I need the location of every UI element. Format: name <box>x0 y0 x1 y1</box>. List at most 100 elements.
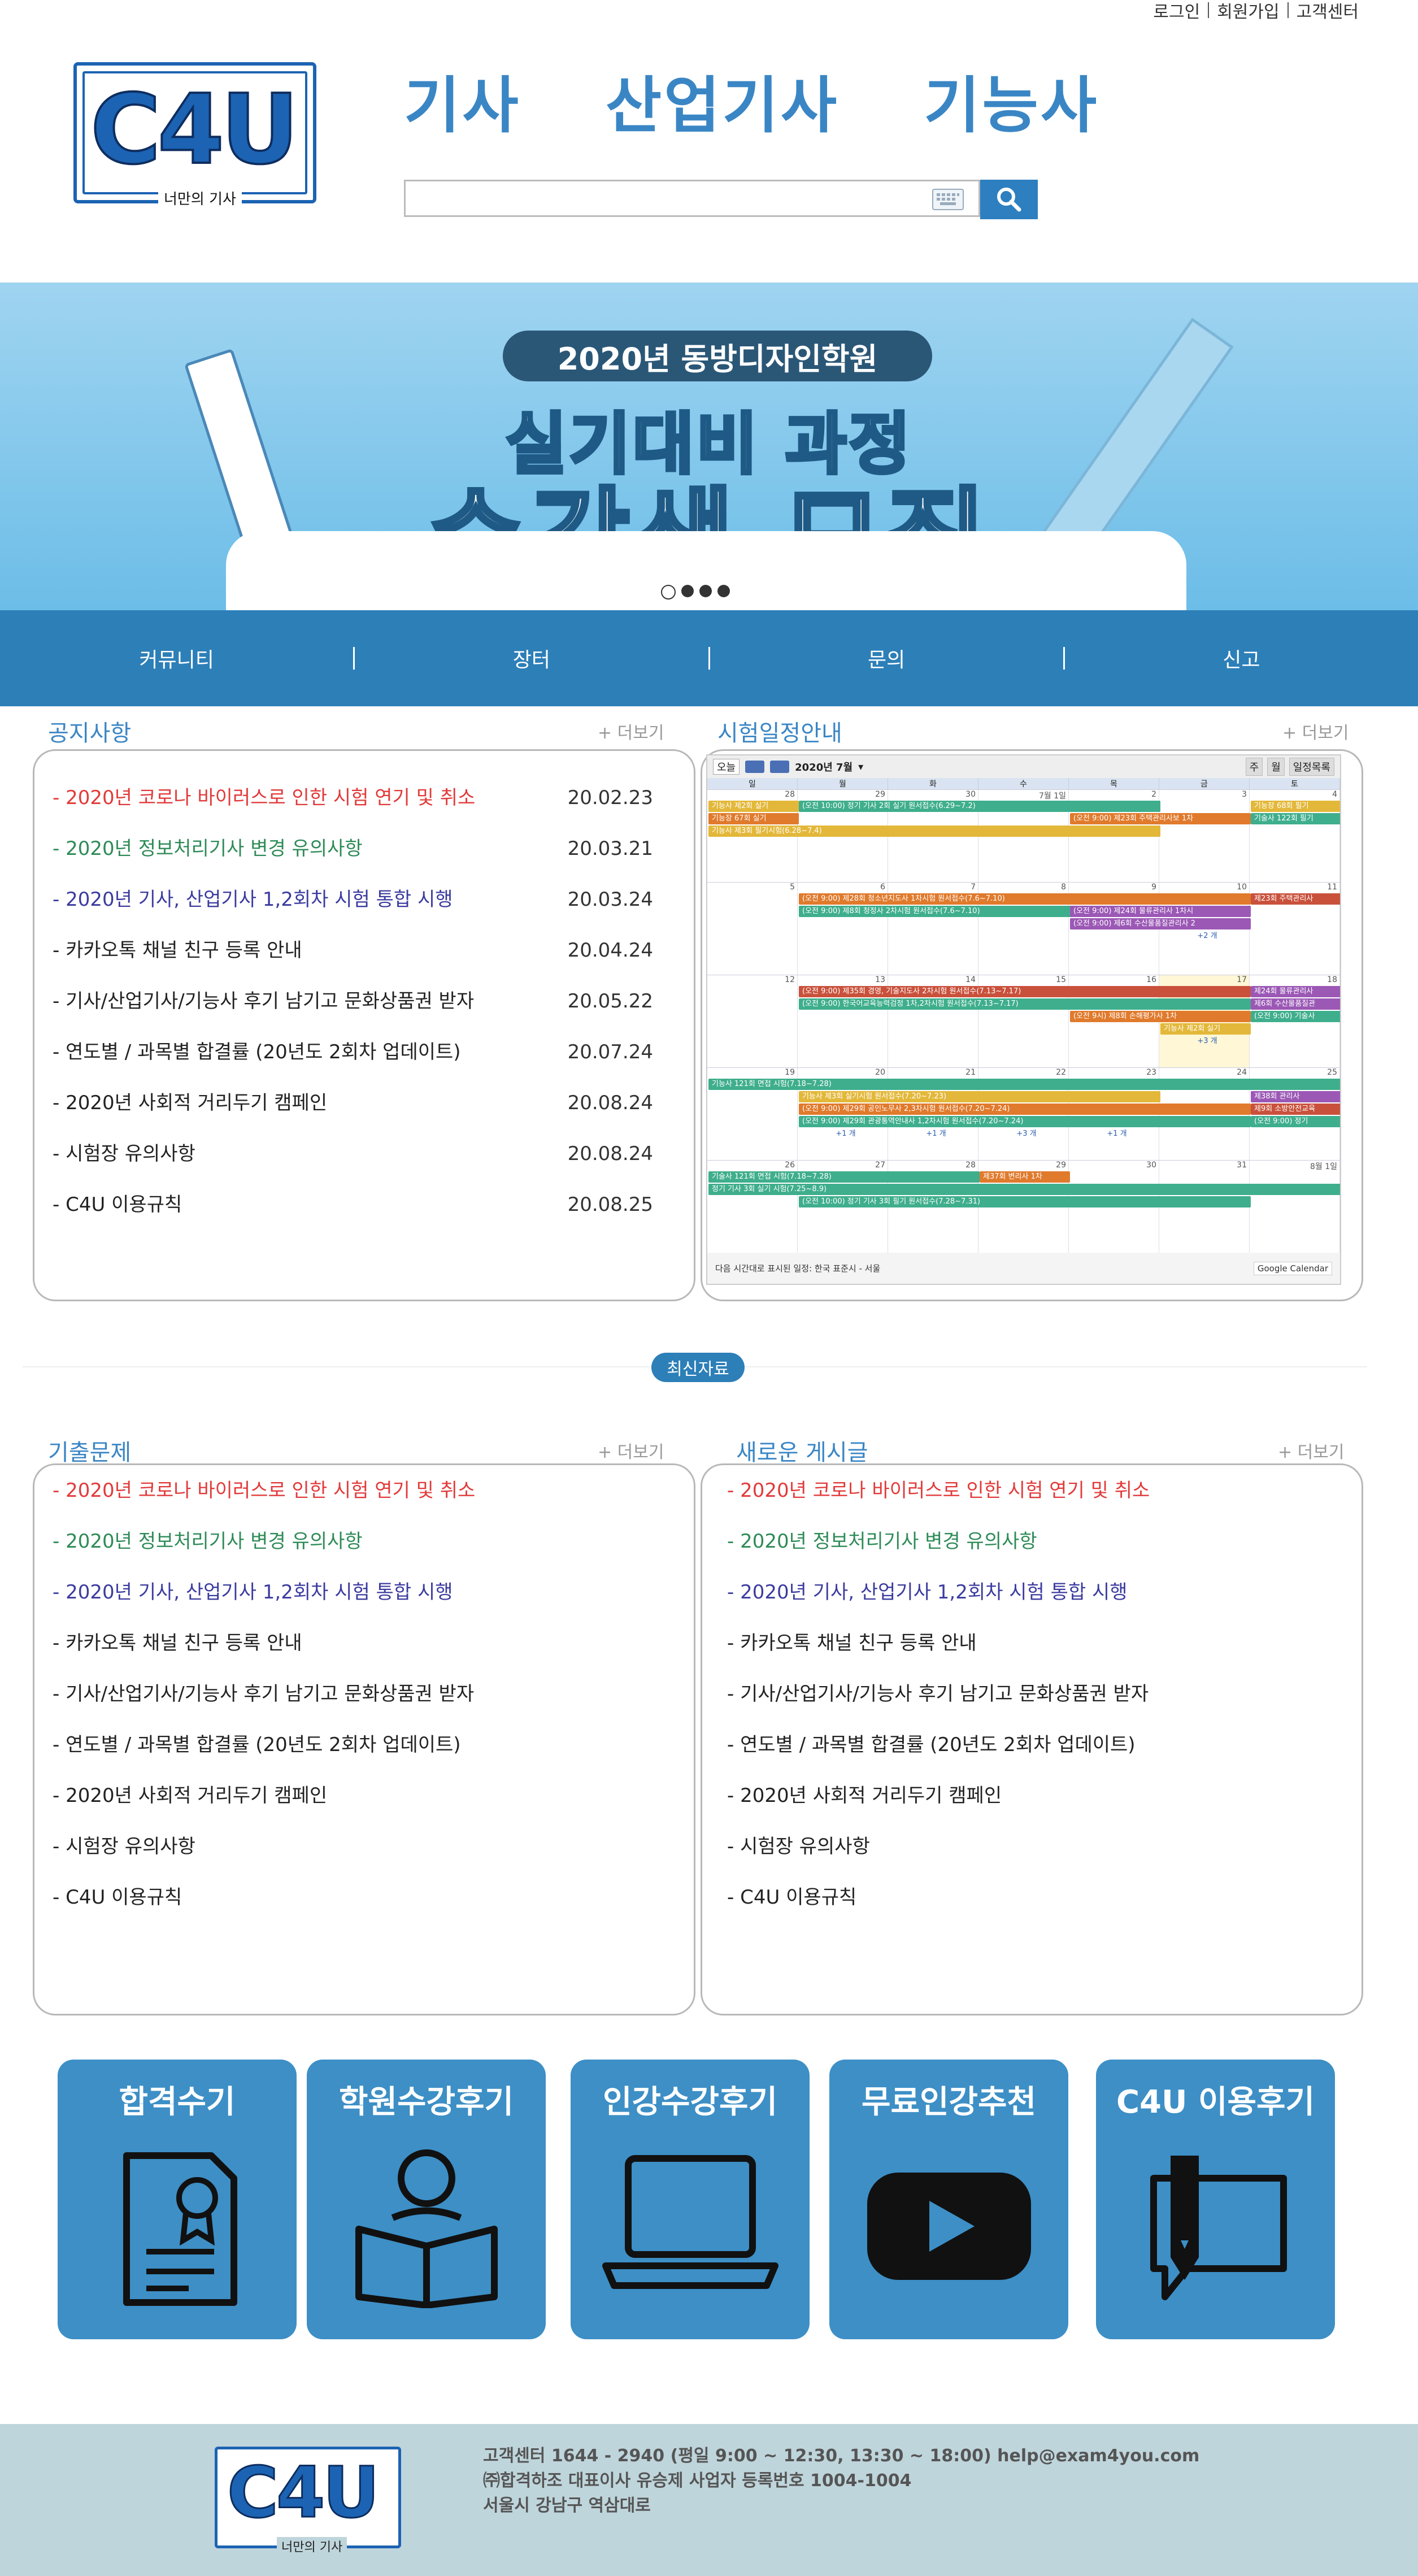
card-academy-reviews[interactable]: 학원수강후기 <box>307 2060 546 2339</box>
calendar-day[interactable]: 5 <box>707 883 798 975</box>
calendar-event[interactable]: +2 개 <box>1160 931 1251 942</box>
past-questions-more-link[interactable]: + 더보기 <box>598 1438 664 1463</box>
keyboard-icon[interactable] <box>932 189 964 210</box>
list-item[interactable]: - 연도별 / 과목별 합결률 (20년도 2회차 업데이트) <box>53 1719 676 1770</box>
search-button[interactable] <box>980 180 1038 219</box>
calendar-event[interactable]: (오전 9:00) 제35회 경영, 기술지도사 2차시험 원서접수(7.13~… <box>799 986 1251 997</box>
calendar-event[interactable]: (오전 9:00) 정기 <box>1251 1116 1340 1127</box>
calendar-event[interactable]: +1 개 <box>889 1128 980 1140</box>
view-agenda[interactable]: 일정목록 <box>1289 758 1334 776</box>
card-c4u-reviews[interactable]: C4U 이용후기 <box>1096 2060 1335 2339</box>
banner-dot[interactable] <box>681 585 694 597</box>
list-item[interactable]: - C4U 이용규칙 20.08.25 <box>53 1179 653 1230</box>
footer-logo[interactable]: C4U 너만의 기사 <box>215 2447 404 2555</box>
calendar-event[interactable]: +1 개 <box>1070 1128 1160 1140</box>
banner-dot[interactable] <box>699 585 712 597</box>
calendar-event[interactable]: 기능사 제2회 실기 <box>1160 1023 1251 1035</box>
subnav-community[interactable]: 커뮤니티 <box>0 644 353 673</box>
calendar-day[interactable]: 8월 1일 <box>1250 1161 1340 1253</box>
list-item[interactable]: - 2020년 기사, 산업기사 1,2회차 시험 통합 시행 20.03.24 <box>53 874 653 925</box>
calendar-event[interactable]: 제38회 관리사 <box>1251 1091 1340 1102</box>
list-item[interactable]: - 2020년 코로나 바이러스로 인한 시험 연기 및 취소 <box>727 1465 1337 1516</box>
calendar-event[interactable]: +1 개 <box>799 1128 889 1140</box>
view-month[interactable]: 월 <box>1267 758 1285 776</box>
site-logo[interactable]: C4U 너만의 기사 <box>73 62 322 208</box>
notice-more-link[interactable]: + 더보기 <box>598 719 664 744</box>
calendar-event[interactable]: 기능사 제3회 필기시험(6.28~7.4) <box>708 826 1160 837</box>
list-item[interactable]: - 2020년 코로나 바이러스로 인한 시험 연기 및 취소 20.02.23 <box>53 772 653 823</box>
list-item[interactable]: - 2020년 정보처리기사 변경 유의사항 <box>727 1516 1337 1567</box>
customer-center-link[interactable]: 고객센터 <box>1297 0 1359 23</box>
calendar-event[interactable]: (오전 9:00) 제6회 수산물품질관리사 2 <box>1070 918 1251 929</box>
calendar-event[interactable]: 제24회 물류관리사 <box>1251 986 1340 997</box>
list-item[interactable]: - C4U 이용규칙 <box>53 1872 676 1923</box>
list-item[interactable]: - 2020년 사회적 거리두기 캠페인 20.08.24 <box>53 1078 653 1128</box>
calendar-event[interactable]: 제37회 변리사 1차 <box>980 1171 1070 1183</box>
calendar-event[interactable]: 제23회 주택관리사 <box>1251 893 1340 905</box>
list-item[interactable]: - 2020년 정보처리기사 변경 유의사항 20.03.21 <box>53 823 653 874</box>
list-item[interactable]: - 연도별 / 과목별 합결률 (20년도 2회차 업데이트) 20.07.24 <box>53 1027 653 1078</box>
list-item[interactable]: - 2020년 코로나 바이러스로 인한 시험 연기 및 취소 <box>53 1465 676 1516</box>
list-item[interactable]: - 2020년 기사, 산업기사 1,2회차 시험 통합 시행 <box>727 1567 1337 1618</box>
calendar-event[interactable]: (오전 9:00) 제29회 관광통역안내사 1,2차시험 원서접수(7.20~… <box>799 1116 1251 1127</box>
prev-month-button[interactable] <box>745 761 765 773</box>
google-calendar[interactable]: 오늘 2020년 7월 ▾ 주 월 일정목록 일 월 화 수 목 금 토 28 2… <box>706 754 1341 1285</box>
google-calendar-badge[interactable]: Google Calendar <box>1253 1261 1332 1275</box>
list-item[interactable]: - 카카오톡 채널 친구 등록 안내 <box>727 1618 1337 1669</box>
calendar-event[interactable]: (오전 10:00) 정기 기사 3회 필기 원서접수(7.28~7.31) <box>799 1196 1251 1207</box>
list-item[interactable]: - 연도별 / 과목별 합결률 (20년도 2회차 업데이트) <box>727 1719 1337 1770</box>
card-online-lecture-reviews[interactable]: 인강수강후기 <box>571 2060 810 2339</box>
calendar-event[interactable]: (오전 9:00) 한국어교육능력검정 1차,2차시험 원서접수(7.13~7.… <box>799 998 1251 1010</box>
nav-craftsman[interactable]: 기능사 <box>924 57 1099 145</box>
list-item[interactable]: - 시험장 유의사항 20.08.24 <box>53 1128 653 1179</box>
calendar-event[interactable]: 기능사 제3회 실기시험 원서접수(7.20~7.23) <box>799 1091 1160 1102</box>
nav-industrial-engineer[interactable]: 산업기사 <box>606 57 839 145</box>
calendar-event[interactable]: 기능장 67회 실기 <box>708 813 799 824</box>
calendar-event[interactable]: 기술사 122회 필기 <box>1251 813 1340 824</box>
subnav-market[interactable]: 장터 <box>355 644 708 673</box>
schedule-more-link[interactable]: + 더보기 <box>1282 719 1349 744</box>
list-item[interactable]: - C4U 이용규칙 <box>727 1872 1337 1923</box>
today-button[interactable]: 오늘 <box>713 759 740 775</box>
card-free-lecture-recommend[interactable]: 무료인강추천 <box>829 2060 1068 2339</box>
calendar-day[interactable]: 3 <box>1159 790 1250 882</box>
banner-dot[interactable] <box>661 585 676 600</box>
list-item[interactable]: - 카카오톡 채널 친구 등록 안내 20.04.24 <box>53 925 653 976</box>
list-item[interactable]: - 2020년 사회적 거리두기 캠페인 <box>53 1770 676 1821</box>
calendar-event[interactable]: 기능장 68회 필기 <box>1251 801 1340 812</box>
banner-dot[interactable] <box>717 585 730 597</box>
calendar-event[interactable]: (오전 10:00) 정기 기사 2회 실기 원서접수(6.29~7.2) <box>799 801 1160 812</box>
list-item[interactable]: - 기사/산업기사/기능사 후기 남기고 문화상품권 받자 20.05.22 <box>53 976 653 1027</box>
list-item[interactable]: - 카카오톡 채널 친구 등록 안내 <box>53 1618 676 1669</box>
calendar-event[interactable]: 기능사 제2회 실기 <box>708 801 799 812</box>
list-item[interactable]: - 2020년 사회적 거리두기 캠페인 <box>727 1770 1337 1821</box>
calendar-event[interactable]: 제9회 소방안전교육 <box>1251 1104 1340 1115</box>
calendar-event[interactable]: 기술사 121회 면접 시험(7.18~7.28) <box>708 1171 980 1183</box>
calendar-event[interactable]: 기능사 121회 면접 시험(7.18~7.28) <box>708 1079 1340 1090</box>
subnav-report[interactable]: 신고 <box>1065 644 1418 673</box>
list-item[interactable]: - 기사/산업기사/기능사 후기 남기고 문화상품권 받자 <box>727 1669 1337 1719</box>
calendar-event[interactable]: (오전 9:00) 제28회 청소년지도사 1차시험 원서접수(7.6~7.10… <box>799 893 1251 905</box>
list-item[interactable]: - 기사/산업기사/기능사 후기 남기고 문화상품권 받자 <box>53 1669 676 1719</box>
calendar-event[interactable]: +3 개 <box>980 1128 1070 1140</box>
view-week[interactable]: 주 <box>1245 758 1263 776</box>
calendar-day[interactable]: 12 <box>707 975 798 1067</box>
list-item[interactable]: - 2020년 기사, 산업기사 1,2회차 시험 통합 시행 <box>53 1567 676 1618</box>
next-month-button[interactable] <box>770 761 790 773</box>
login-link[interactable]: 로그인 <box>1153 0 1200 23</box>
calendar-event[interactable]: (오전 9:00) 제24회 물류관리사 1차시 <box>1070 906 1251 917</box>
calendar-event[interactable]: (오전 9:00) 제29회 공인노무사 2,3차시험 원서접수(7.20~7.… <box>799 1104 1251 1115</box>
list-item[interactable]: - 시험장 유의사항 <box>727 1821 1337 1872</box>
new-posts-more-link[interactable]: + 더보기 <box>1278 1438 1344 1463</box>
subnav-inquiry[interactable]: 문의 <box>710 644 1063 673</box>
calendar-event[interactable]: 정기 기사 3회 실기 시험(7.25~8.9) <box>708 1184 1340 1195</box>
chevron-down-icon[interactable]: ▾ <box>858 761 863 773</box>
calendar-event[interactable]: (오전 9:00) 기술사 <box>1251 1011 1340 1022</box>
list-item[interactable]: - 시험장 유의사항 <box>53 1821 676 1872</box>
calendar-event[interactable]: (오전 9:00) 제23회 주택관리사보 1차 <box>1070 813 1251 824</box>
calendar-event[interactable]: (오전 9시) 제8회 손해평가사 1차 <box>1070 1011 1251 1022</box>
calendar-event[interactable]: +3 개 <box>1160 1036 1251 1047</box>
search-input[interactable] <box>404 180 980 217</box>
card-success-stories[interactable]: 합격수기 <box>58 2060 297 2339</box>
calendar-event[interactable]: 제6회 수산물품질관 <box>1251 998 1340 1010</box>
